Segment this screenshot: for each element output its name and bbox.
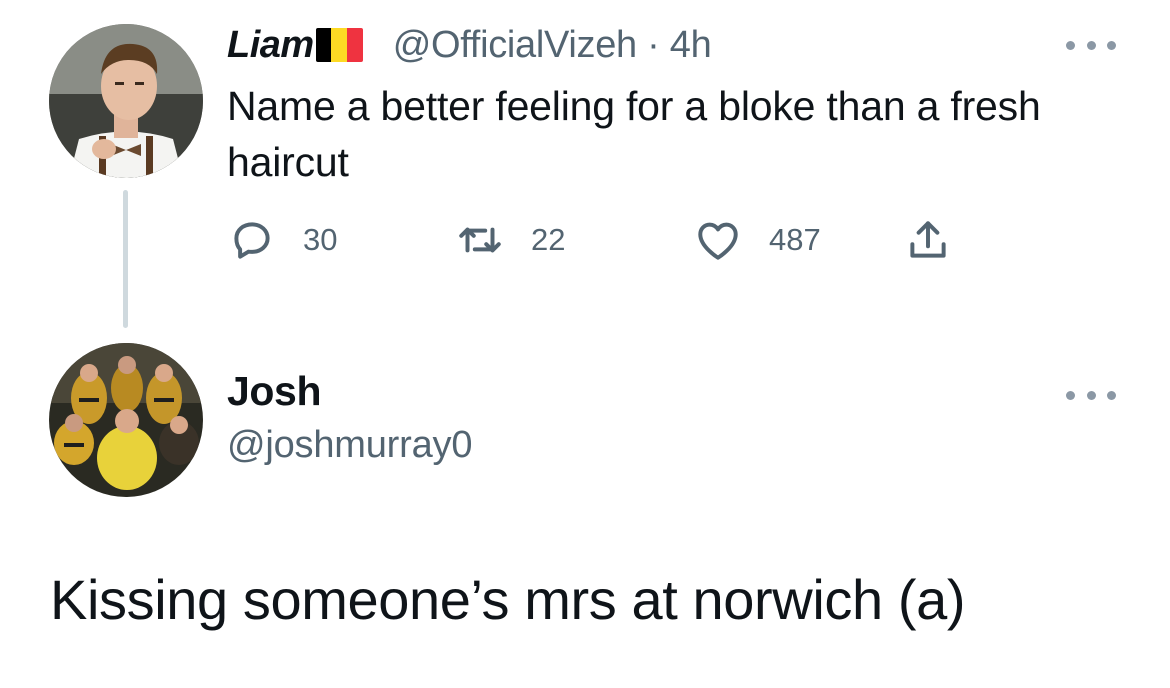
belgium-flag-icon (315, 28, 363, 62)
author-display-name[interactable]: Liam (227, 24, 314, 67)
more-icon[interactable] (1066, 38, 1116, 52)
reply-author-display-name[interactable]: Josh (227, 368, 321, 415)
retweet-button[interactable]: 22 (455, 214, 565, 266)
reply-button[interactable]: 30 (227, 214, 337, 266)
avatar-liam[interactable] (49, 24, 203, 178)
retweet-icon (455, 215, 505, 265)
reply-icon (227, 215, 277, 265)
thread-connector-line (123, 190, 128, 328)
share-button[interactable] (903, 214, 953, 266)
reply-author-handle[interactable]: @joshmurray0 (227, 424, 472, 467)
author-handle-time[interactable]: @OfficialVizeh · 4h (393, 24, 712, 67)
tweet-actions: 30 22 487 (227, 214, 987, 266)
retweet-count: 22 (531, 222, 566, 257)
reply-count: 30 (303, 222, 338, 257)
like-button[interactable]: 487 (693, 214, 821, 266)
heart-icon (693, 215, 743, 265)
tweet-header: Liam @OfficialVizeh · 4h (227, 20, 712, 70)
more-icon[interactable] (1066, 388, 1116, 402)
tweet-text: Name a better feeling for a bloke than a… (227, 83, 1041, 185)
share-icon (903, 215, 953, 265)
avatar-josh[interactable] (49, 343, 203, 497)
like-count: 487 (769, 222, 821, 257)
reply-tweet-text: Kissing someone’s mrs at norwich (a) (50, 568, 966, 631)
